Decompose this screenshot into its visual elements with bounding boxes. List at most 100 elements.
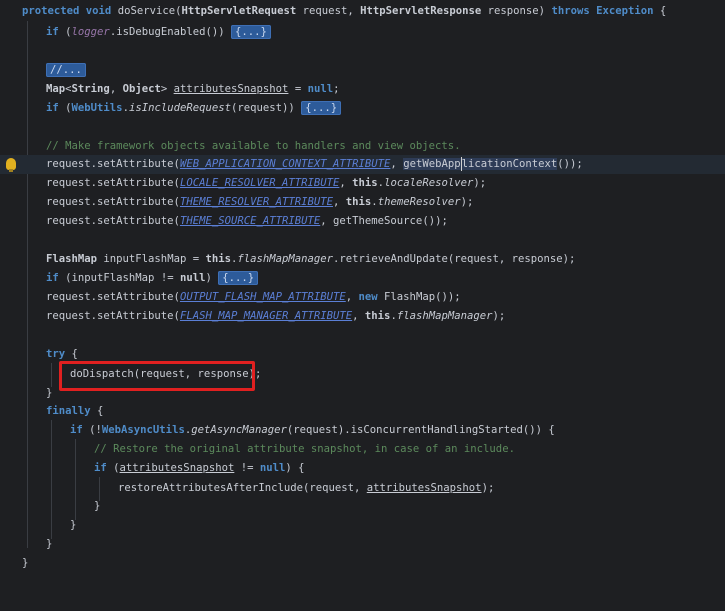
code-text: > (160, 83, 174, 95)
code-line[interactable]: // Restore the original attribute snapsh… (0, 440, 725, 459)
field-name: flashMapManager (237, 253, 334, 265)
code-line[interactable]: finally { (0, 402, 725, 421)
code-line[interactable]: Map<String, Object> attributesSnapshot =… (0, 80, 725, 99)
keyword: if (46, 26, 59, 38)
code-line[interactable]: //... (0, 61, 725, 80)
lightbulb-icon[interactable] (6, 158, 16, 172)
code-text: { (653, 5, 667, 17)
code-line[interactable]: request.setAttribute(THEME_RESOLVER_ATTR… (0, 193, 725, 212)
class-name: WebUtils (71, 102, 123, 114)
code-text: ); (481, 482, 495, 494)
folded-comment-block[interactable]: //... (46, 63, 86, 77)
code-text: } (46, 538, 53, 550)
code-text: .isDebugEnabled()) (109, 26, 231, 38)
code-line[interactable]: } (0, 554, 725, 573)
code-line[interactable]: } (0, 516, 725, 535)
code-editor[interactable]: protected void doService(HttpServletRequ… (0, 0, 725, 570)
type-name: FlashMap (46, 253, 98, 265)
folded-code-block[interactable]: {...} (218, 271, 259, 285)
type-name: Map (46, 83, 66, 95)
code-line[interactable]: restoreAttributesAfterInclude(request, a… (0, 479, 725, 498)
static-method: getAsyncManager (191, 424, 287, 436)
keyword: throws (551, 5, 590, 17)
code-text: ); (460, 196, 474, 208)
keyword: if (46, 102, 59, 114)
code-line-signature[interactable]: protected void doService(HttpServletRequ… (0, 2, 725, 21)
code-text: , (109, 83, 123, 95)
constant-name: FLASH_MAP_MANAGER_ATTRIBUTE (179, 310, 353, 322)
code-line[interactable]: } (0, 497, 725, 516)
variable-name: attributesSnapshot (119, 462, 235, 474)
code-text: (request)) (231, 102, 302, 114)
code-text: ) (205, 272, 219, 284)
code-text: request.setAttribute( (46, 177, 180, 189)
code-text: ()); (557, 158, 583, 170)
code-line-current[interactable]: request.setAttribute(WEB_APPLICATION_CON… (0, 155, 725, 174)
code-line[interactable]: } (0, 535, 725, 554)
keyword: if (46, 272, 59, 284)
code-text: , (339, 177, 353, 189)
code-line[interactable]: // Make framework objects available to h… (0, 137, 725, 156)
code-text: , (352, 310, 365, 322)
code-text: ; (333, 83, 340, 95)
type-name: String (71, 83, 110, 95)
code-line[interactable]: if (attributesSnapshot != null) { (0, 459, 725, 478)
code-text: restoreAttributesAfterInclude(request, (118, 482, 367, 494)
code-line[interactable]: if (!WebAsyncUtils.getAsyncManager(reque… (0, 421, 725, 440)
code-text: response) (481, 5, 552, 17)
constant-name: THEME_SOURCE_ATTRIBUTE (179, 215, 321, 227)
code-line[interactable]: request.setAttribute(FLASH_MAP_MANAGER_A… (0, 307, 725, 326)
code-text: } (22, 557, 29, 569)
keyword: null (259, 462, 286, 474)
keyword: null (179, 272, 206, 284)
type-name: HttpServletResponse (360, 5, 482, 17)
constant-name: OUTPUT_FLASH_MAP_ATTRIBUTE (179, 291, 346, 303)
constant-name: LOCALE_RESOLVER_ATTRIBUTE (179, 177, 340, 189)
keyword: null (307, 83, 334, 95)
code-text: (request).isConcurrentHandlingStarted())… (286, 424, 555, 436)
field-name: logger (71, 26, 110, 38)
field-name: flashMapManager (396, 310, 493, 322)
code-text: != (234, 462, 260, 474)
code-text: ); (473, 177, 487, 189)
code-text: = (288, 83, 308, 95)
code-text: ); (492, 310, 506, 322)
folded-code-block[interactable]: {...} (301, 101, 342, 115)
type-name: Exception (596, 5, 654, 17)
code-line[interactable]: request.setAttribute(LOCALE_RESOLVER_ATT… (0, 174, 725, 193)
code-text: (inputFlashMap != (58, 272, 180, 284)
keyword: this (364, 310, 391, 322)
code-text: } (94, 500, 101, 512)
field-name: localeResolver (384, 177, 474, 189)
code-line[interactable]: request.setAttribute(THEME_SOURCE_ATTRIB… (0, 212, 725, 231)
code-line[interactable]: if (WebUtils.isIncludeRequest(request)) … (0, 99, 725, 118)
code-text: ( (58, 26, 72, 38)
code-text: FlashMap()); (377, 291, 461, 303)
code-line[interactable]: } (0, 384, 725, 403)
code-line[interactable]: if (inputFlashMap != null) {...} (0, 269, 725, 288)
code-text: ( (106, 462, 120, 474)
field-name: themeResolver (377, 196, 461, 208)
keyword: if (94, 462, 107, 474)
code-text: , (345, 291, 359, 303)
variable-name: attributesSnapshot (173, 83, 289, 95)
code-text: ) { (285, 462, 305, 474)
keyword: this (352, 177, 378, 189)
keyword: void (85, 5, 112, 17)
class-name: WebAsyncUtils (101, 424, 185, 436)
type-name: HttpServletRequest (181, 5, 297, 17)
code-line[interactable]: request.setAttribute(OUTPUT_FLASH_MAP_AT… (0, 288, 725, 307)
code-text: (! (82, 424, 102, 436)
variable-name: attributesSnapshot (366, 482, 482, 494)
code-text: { (65, 348, 78, 360)
code-text: request.setAttribute( (46, 196, 180, 208)
keyword: finally (46, 405, 91, 417)
method-name: doService( (117, 5, 182, 17)
code-text: .retrieveAndUpdate(request, response); (333, 253, 576, 265)
folded-code-block[interactable]: {...} (231, 25, 271, 39)
code-line[interactable]: FlashMap inputFlashMap = this.flashMapMa… (0, 250, 725, 269)
code-text: request.setAttribute( (46, 215, 180, 227)
code-line[interactable]: if (logger.isDebugEnabled()) {...} (0, 23, 725, 42)
keyword: this (345, 196, 372, 208)
static-method: isIncludeRequest (128, 102, 232, 114)
